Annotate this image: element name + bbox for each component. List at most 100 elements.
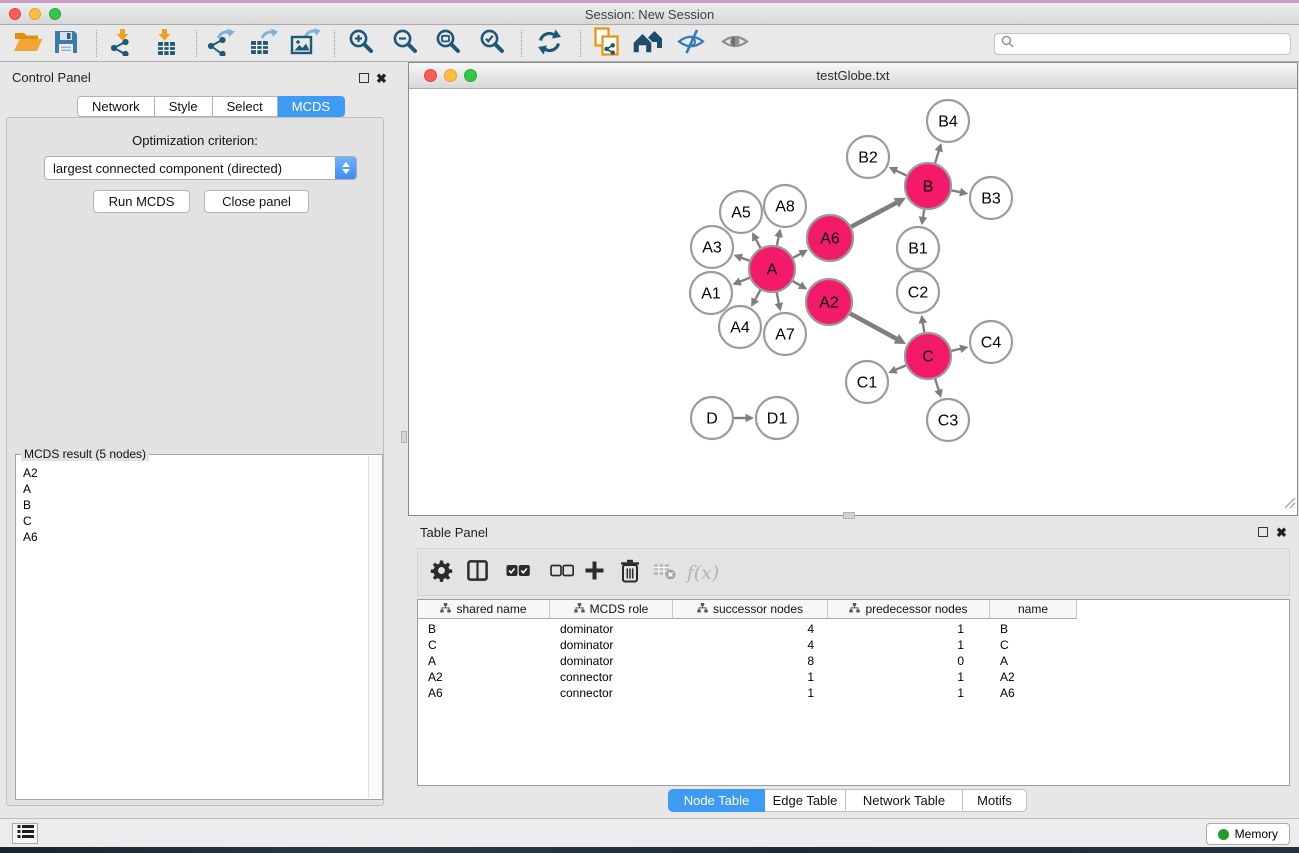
table-cell[interactable]: 1 [828, 621, 990, 637]
node-B4[interactable]: B4 [927, 100, 969, 142]
task-history-button[interactable] [12, 823, 38, 844]
export-image-button[interactable] [287, 28, 323, 60]
table-cell[interactable]: dominator [550, 637, 673, 653]
node-C2[interactable]: C2 [897, 271, 939, 313]
deselect-all-button[interactable] [547, 559, 577, 587]
horizontal-split-handle[interactable] [843, 512, 855, 519]
tab-network[interactable]: Network [77, 96, 155, 117]
export-table-button[interactable] [245, 28, 281, 60]
edge-A-A2[interactable] [793, 281, 808, 289]
edge-C-C1[interactable] [888, 365, 906, 373]
table-cell[interactable]: 4 [673, 637, 828, 653]
node-B[interactable]: B [905, 163, 951, 209]
edge-A2-C[interactable] [850, 313, 906, 344]
refresh-button[interactable] [531, 28, 567, 60]
table-cell[interactable]: B [990, 621, 1077, 637]
table-cell[interactable]: 4 [673, 621, 828, 637]
mcds-result-item[interactable]: A [17, 481, 367, 497]
edge-A6-B[interactable] [851, 198, 906, 227]
search-box[interactable] [994, 33, 1291, 55]
edge-A-A5[interactable] [752, 232, 761, 248]
control-panel-float-button[interactable] [359, 73, 369, 83]
column-header[interactable]: successor nodes [673, 600, 828, 619]
table-panel-float-button[interactable] [1258, 527, 1268, 537]
table-cell[interactable]: A2 [418, 669, 550, 685]
show-columns-button[interactable] [462, 559, 492, 587]
mcds-result-item[interactable]: C [17, 513, 367, 529]
open-session-button[interactable] [10, 28, 46, 60]
edge-A-A4[interactable] [751, 290, 760, 307]
edge-B-B3[interactable] [952, 188, 969, 196]
node-D1[interactable]: D1 [756, 397, 798, 439]
node-C3[interactable]: C3 [927, 399, 969, 441]
edge-A-A8[interactable] [774, 229, 782, 246]
mcds-result-item[interactable]: A2 [17, 465, 367, 481]
run-mcds-button[interactable]: Run MCDS [93, 190, 190, 213]
table-row[interactable]: Adominator80A [418, 653, 1289, 669]
table-cell[interactable]: connector [550, 669, 673, 685]
table-cell[interactable]: C [990, 637, 1077, 653]
table-cell[interactable]: A [418, 653, 550, 669]
table-cell[interactable]: 1 [828, 669, 990, 685]
table-row[interactable]: A2connector11A2 [418, 669, 1289, 685]
node-C4[interactable]: C4 [970, 321, 1012, 363]
node-A5[interactable]: A5 [720, 191, 762, 233]
edge-B-B1[interactable] [919, 210, 927, 226]
table-panel-close-button[interactable]: ✖ [1276, 527, 1287, 539]
column-header[interactable]: name [990, 600, 1077, 619]
node-A6[interactable]: A6 [807, 215, 853, 261]
node-D[interactable]: D [691, 397, 733, 439]
node-A4[interactable]: A4 [719, 306, 761, 348]
table-cell[interactable]: connector [550, 685, 673, 701]
duplicate-network-button[interactable] [588, 28, 624, 60]
mcds-result-item[interactable]: A6 [17, 529, 367, 545]
add-column-button[interactable] [579, 559, 609, 587]
edge-A-A3[interactable] [734, 254, 750, 262]
table-cell[interactable]: A [990, 653, 1077, 669]
node-A3[interactable]: A3 [691, 226, 733, 268]
node-B3[interactable]: B3 [970, 177, 1012, 219]
delete-column-button[interactable] [615, 559, 645, 587]
column-header[interactable]: shared name [418, 600, 550, 619]
edge-C-C4[interactable] [951, 345, 968, 353]
node-C1[interactable]: C1 [846, 361, 888, 403]
node-B2[interactable]: B2 [847, 136, 889, 178]
table-cell[interactable]: A6 [418, 685, 550, 701]
tab-network-table[interactable]: Network Table [846, 789, 963, 812]
tab-style[interactable]: Style [155, 96, 213, 117]
tab-select[interactable]: Select [213, 96, 278, 117]
node-A8[interactable]: A8 [764, 185, 806, 227]
zoom-fit-button[interactable] [430, 28, 466, 60]
table-cell[interactable]: 8 [673, 653, 828, 669]
zoom-selected-button[interactable] [474, 28, 510, 60]
zoom-in-button[interactable] [343, 28, 379, 60]
tab-node-table[interactable]: Node Table [668, 789, 765, 812]
table-row[interactable]: Bdominator41B [418, 621, 1289, 637]
save-session-button[interactable] [48, 28, 84, 60]
result-scrollbar[interactable] [368, 456, 381, 798]
network-canvas[interactable]: B4B2BB3A8A5A6A3B1AC2A1A2A4A7C4CC1C3DD1 [409, 90, 1297, 515]
hide-graphics-details-button[interactable] [673, 28, 709, 60]
column-header[interactable]: predecessor nodes [828, 600, 990, 619]
node-C[interactable]: C [905, 333, 951, 379]
node-B1[interactable]: B1 [897, 227, 939, 269]
select-all-button[interactable] [503, 559, 533, 587]
table-cell[interactable]: dominator [550, 621, 673, 637]
zoom-out-button[interactable] [387, 28, 423, 60]
edge-C-C3[interactable] [935, 379, 943, 398]
table-cell[interactable]: C [418, 637, 550, 653]
table-cell[interactable]: 1 [828, 637, 990, 653]
table-cell[interactable]: A6 [990, 685, 1077, 701]
import-table-button[interactable] [148, 28, 184, 60]
column-header[interactable]: MCDS role [550, 600, 673, 619]
tab-mcds[interactable]: MCDS [278, 96, 345, 117]
table-cell[interactable]: B [418, 621, 550, 637]
mcds-result-item[interactable]: B [17, 497, 367, 513]
criterion-dropdown[interactable]: largest connected component (directed) [44, 156, 357, 180]
edge-A-A1[interactable] [732, 277, 749, 285]
table-cell[interactable]: A2 [990, 669, 1077, 685]
table-cell[interactable]: 0 [828, 653, 990, 669]
table-cell[interactable]: 1 [673, 669, 828, 685]
show-graphics-details-button[interactable] [717, 28, 753, 60]
table-cell[interactable]: dominator [550, 653, 673, 669]
